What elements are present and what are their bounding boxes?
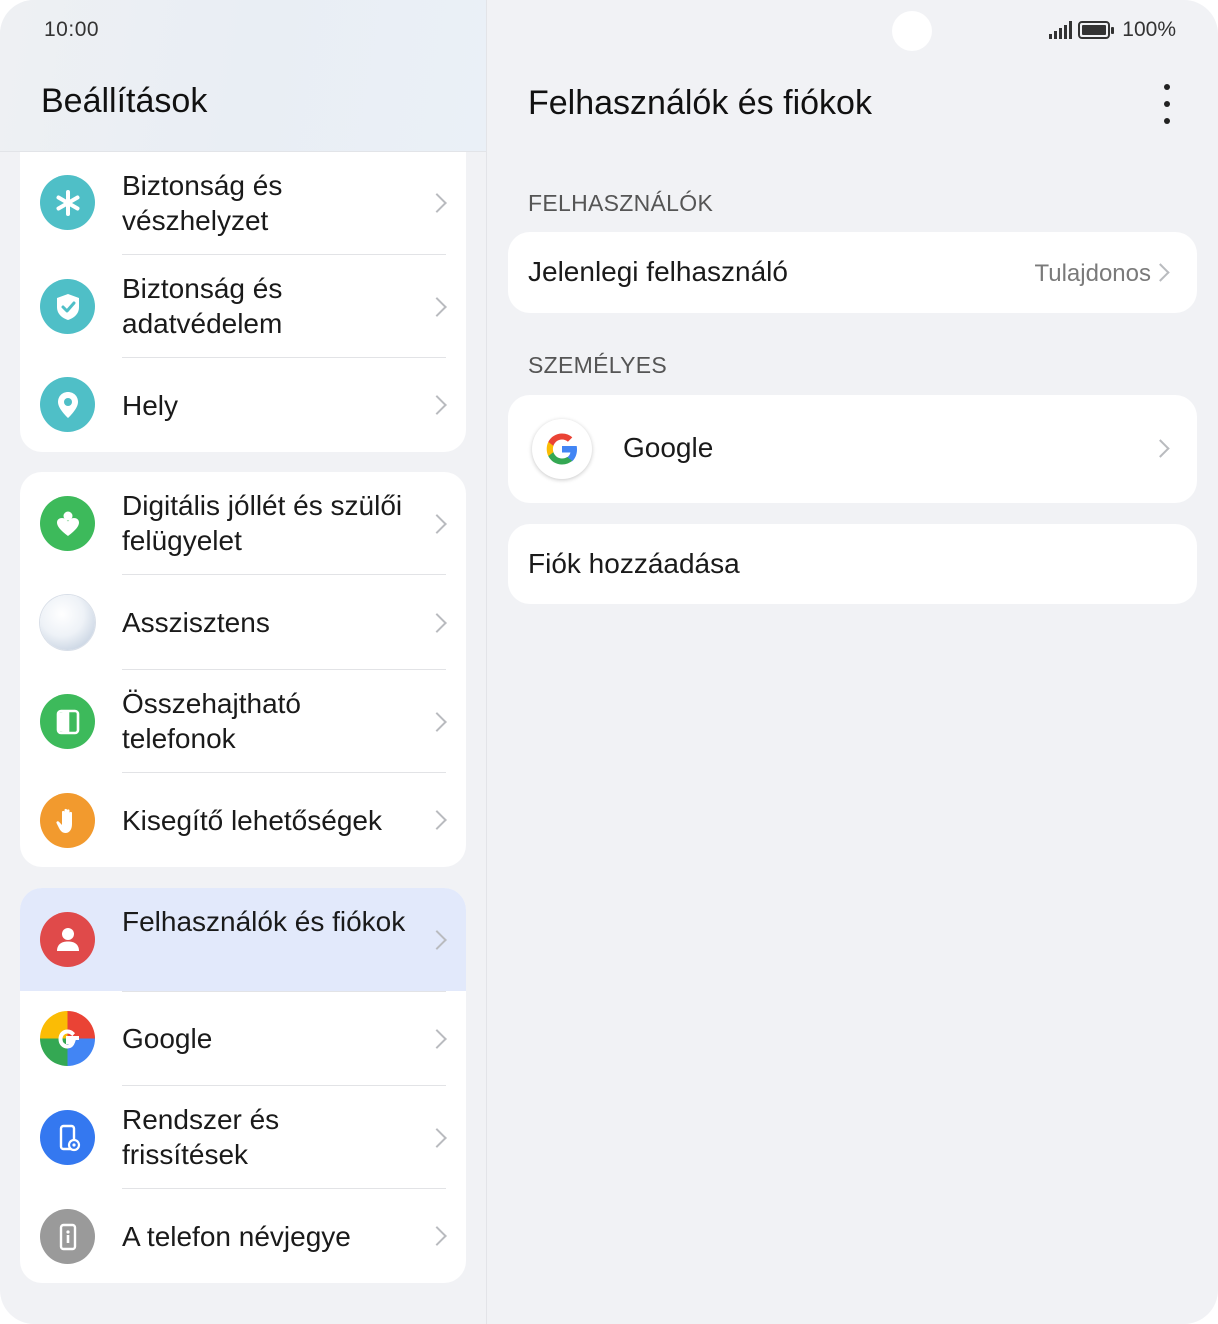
status-indicators: 100% bbox=[1049, 18, 1176, 42]
settings-item-google[interactable]: Google bbox=[20, 991, 466, 1086]
section-users-label: FELHASZNÁLÓK bbox=[528, 190, 714, 216]
settings-item-label: Biztonság és adatvédelem bbox=[122, 273, 283, 339]
shield-check-icon bbox=[40, 279, 95, 334]
settings-group-1: Biztonság és vészhelyzet Biztonság és ad… bbox=[20, 152, 466, 452]
settings-item-security-privacy[interactable]: Biztonság és adatvédelem bbox=[20, 255, 466, 358]
settings-item-label: Felhasználók és fiókok bbox=[122, 906, 406, 937]
settings-item-assistant[interactable]: Asszisztens bbox=[20, 575, 466, 670]
chevron-right-icon bbox=[427, 1226, 447, 1246]
settings-list-pane: 10:00 Beállítások Biztonság és vészhelyz… bbox=[0, 0, 486, 1324]
settings-screen: 10:00 Beállítások Biztonság és vészhelyz… bbox=[0, 0, 1218, 1324]
chevron-right-icon bbox=[427, 1128, 447, 1148]
heart-person-icon bbox=[40, 496, 95, 551]
battery-percent: 100% bbox=[1122, 18, 1176, 41]
add-account-button[interactable]: Fiók hozzáadása bbox=[508, 524, 1197, 604]
pane-divider bbox=[486, 0, 487, 1324]
settings-item-label: Digitális jóllét és szülői felügyelet bbox=[122, 490, 403, 556]
settings-item-label: Google bbox=[122, 1023, 213, 1054]
settings-item-label: Rendszer és frissítések bbox=[122, 1104, 280, 1170]
settings-item-label: Kisegítő lehetőségek bbox=[122, 805, 382, 836]
current-user-value: Tulajdonos bbox=[1034, 260, 1151, 287]
chevron-right-icon bbox=[427, 1029, 447, 1049]
chevron-right-icon bbox=[427, 297, 447, 317]
google-account-row[interactable]: Google bbox=[508, 395, 1197, 503]
detail-title: Felhasználók és fiókok bbox=[528, 84, 872, 122]
phone-info-icon bbox=[40, 1209, 95, 1264]
chevron-right-icon bbox=[1151, 439, 1170, 458]
settings-item-security-emergency[interactable]: Biztonság és vészhelyzet bbox=[20, 152, 466, 255]
settings-item-label: Biztonság és vészhelyzet bbox=[122, 170, 283, 236]
add-account-label: Fiók hozzáadása bbox=[528, 548, 740, 579]
camera-cutout bbox=[892, 11, 932, 51]
settings-item-label: Összehajtható telefonok bbox=[122, 688, 301, 754]
chevron-right-icon bbox=[427, 613, 447, 633]
settings-item-system-updates[interactable]: Rendszer és frissítések bbox=[20, 1086, 466, 1189]
settings-item-label: Hely bbox=[122, 390, 179, 421]
page-title: Beállítások bbox=[41, 82, 208, 120]
settings-item-accessibility[interactable]: Kisegítő lehetőségek bbox=[20, 773, 466, 867]
settings-item-label: A telefon névjegye bbox=[122, 1221, 351, 1252]
chevron-right-icon bbox=[427, 193, 447, 213]
chevron-right-icon bbox=[1151, 263, 1170, 282]
phone-settings-icon bbox=[40, 1110, 95, 1165]
person-icon bbox=[40, 912, 95, 967]
section-personal-label: SZEMÉLYES bbox=[528, 352, 668, 378]
settings-item-about-phone[interactable]: A telefon névjegye bbox=[20, 1189, 466, 1283]
assistant-orb-icon bbox=[40, 595, 95, 650]
current-user-row[interactable]: Jelenlegi felhasználó Tulajdonos bbox=[508, 232, 1197, 313]
settings-item-label: Asszisztens bbox=[122, 607, 270, 638]
current-user-label: Jelenlegi felhasználó bbox=[528, 256, 788, 287]
more-options-icon[interactable] bbox=[1160, 84, 1174, 124]
signal-icon bbox=[1049, 21, 1073, 39]
hand-icon bbox=[40, 793, 95, 848]
chevron-right-icon bbox=[427, 810, 447, 830]
google-logo-icon bbox=[532, 419, 592, 479]
battery-icon bbox=[1078, 21, 1115, 39]
chevron-right-icon bbox=[427, 930, 447, 950]
foldable-phone-icon bbox=[40, 694, 95, 749]
settings-group-3: Felhasználók és fiókok Google Rendszer é… bbox=[20, 888, 466, 1283]
settings-item-users-accounts[interactable]: Felhasználók és fiókok bbox=[20, 888, 466, 991]
google-account-label: Google bbox=[623, 432, 714, 463]
settings-item-digital-wellbeing[interactable]: Digitális jóllét és szülői felügyelet bbox=[20, 472, 466, 575]
chevron-right-icon bbox=[427, 514, 447, 534]
asterisk-icon bbox=[40, 175, 95, 230]
location-pin-icon bbox=[40, 377, 95, 432]
status-time: 10:00 bbox=[44, 18, 100, 41]
google-icon bbox=[40, 1011, 95, 1066]
chevron-right-icon bbox=[427, 395, 447, 415]
chevron-right-icon bbox=[427, 712, 447, 732]
settings-group-2: Digitális jóllét és szülői felügyelet As… bbox=[20, 472, 466, 867]
left-header: 10:00 Beállítások bbox=[0, 0, 486, 152]
settings-item-location[interactable]: Hely bbox=[20, 358, 466, 452]
settings-item-foldable-phones[interactable]: Összehajtható telefonok bbox=[20, 670, 466, 773]
